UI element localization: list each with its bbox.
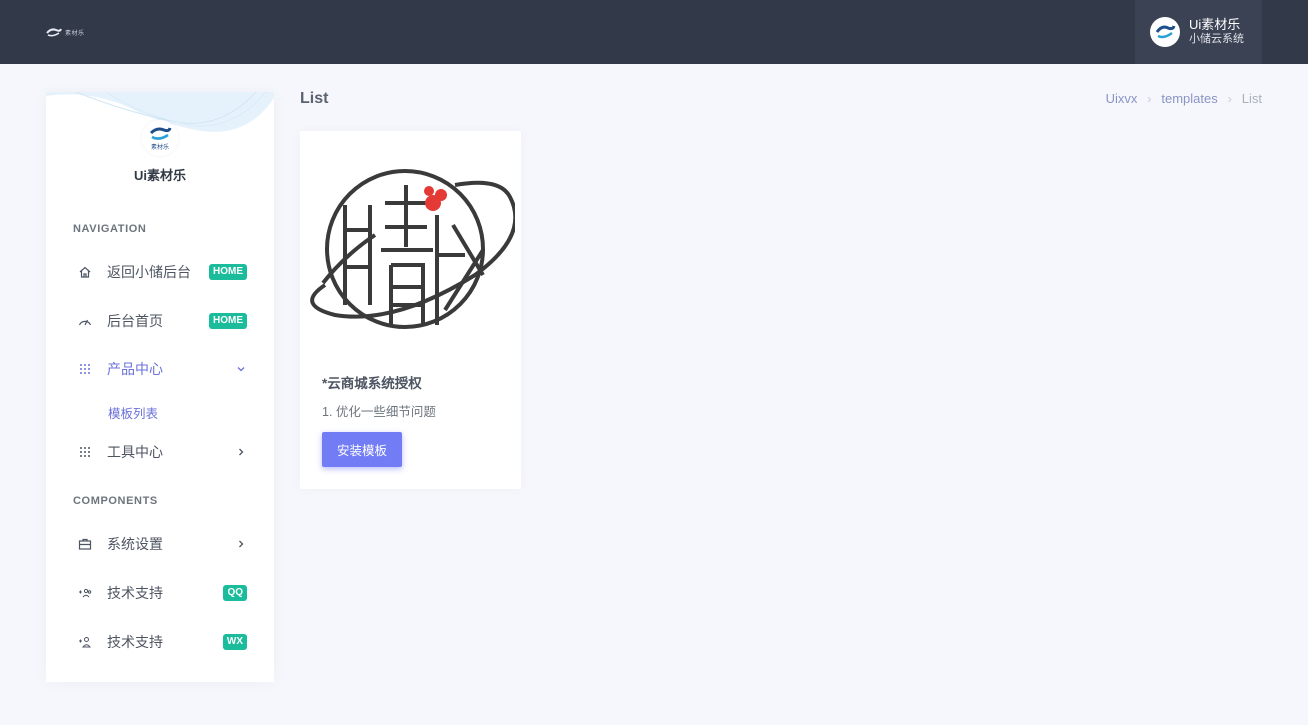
home-badge: HOME [209, 313, 247, 329]
breadcrumb-item-templates[interactable]: templates [1161, 91, 1217, 106]
sidebar-item-system-settings[interactable]: 系统设置 [46, 524, 274, 564]
chevron-right-icon: › [1227, 91, 1232, 106]
chevron-down-icon [235, 363, 247, 375]
template-card: *云商城系统授权 1. 优化一些细节问题 安装模板 [300, 131, 521, 489]
section-title-navigation: NAVIGATION [73, 223, 147, 235]
sidebar-item-tool-center[interactable]: 工具中心 [46, 432, 274, 472]
install-template-button[interactable]: 安装模板 [322, 432, 402, 467]
brand-name: Ui素材乐 [133, 168, 186, 183]
sidebar-item-label: 后台首页 [107, 313, 163, 329]
brand-logo-icon: 素材乐 [149, 127, 172, 151]
top-logo-text: 素材乐 [65, 30, 85, 37]
sidebar-item-support-wx[interactable]: 技术支持 WX [46, 622, 274, 662]
brand-mark-icon [1155, 25, 1176, 39]
sidebar-item-label: 返回小储后台 [107, 264, 191, 280]
user-menu[interactable]: Ui素材乐 小储云系统 [1135, 0, 1262, 64]
user-name: Ui素材乐 [1189, 17, 1241, 32]
user-subtitle: 小储云系统 [1189, 33, 1244, 45]
sidebar-item-dashboard[interactable]: 后台首页 HOME [46, 301, 274, 341]
sidebar-item-support-qq[interactable]: 技术支持 QQ [46, 573, 274, 613]
chevron-right-icon [235, 538, 247, 550]
top-logo[interactable]: 素材乐 [46, 24, 90, 40]
section-title-components: COMPONENTS [73, 495, 158, 507]
sidebar-item-label: 技术支持 [107, 585, 163, 601]
speedometer-icon [77, 313, 93, 329]
brand-logo-text: 素材乐 [151, 143, 169, 151]
users-icon [77, 585, 93, 601]
breadcrumb-item-current: List [1241, 91, 1262, 106]
avatar [1150, 17, 1180, 47]
page-title: List [300, 90, 329, 107]
sidebar-item-label: 产品中心 [107, 361, 163, 377]
card-title: *云商城系统授权 [322, 376, 422, 391]
template-preview-image [310, 169, 515, 329]
red-seal-icon [424, 186, 447, 211]
breadcrumb-item-home[interactable]: Uixvx [1106, 91, 1138, 106]
qq-badge: QQ [223, 585, 247, 601]
grid-icon [77, 361, 93, 377]
brand-logo[interactable]: 素材乐 [142, 120, 178, 156]
chevron-right-icon [235, 446, 247, 458]
sidebar-item-product-center[interactable]: 产品中心 [46, 349, 274, 389]
wx-badge: WX [222, 634, 247, 650]
sidebar-subitem-template-list[interactable]: 模板列表 [108, 403, 158, 422]
brand-mark-icon [46, 28, 62, 37]
user-plus-icon [77, 634, 93, 650]
breadcrumb: Uixvx › templates › List [1106, 91, 1262, 106]
sidebar-item-label: 工具中心 [107, 444, 163, 460]
sidebar: 素材乐 Ui素材乐 NAVIGATION 返回小储后台 HOME 后台首页 HO… [46, 92, 274, 682]
top-bar: 素材乐 Ui素材乐 小储云系统 [0, 0, 1308, 64]
chevron-right-icon: › [1147, 91, 1152, 106]
briefcase-icon [77, 536, 93, 552]
grid-icon [77, 444, 93, 460]
home-badge: HOME [209, 264, 247, 280]
card-description: 1. 优化一些细节问题 [322, 405, 436, 419]
sidebar-item-label: 系统设置 [107, 536, 163, 552]
home-icon [77, 264, 93, 280]
sidebar-item-back-to-admin[interactable]: 返回小储后台 HOME [46, 252, 274, 292]
sidebar-item-label: 技术支持 [107, 634, 163, 650]
